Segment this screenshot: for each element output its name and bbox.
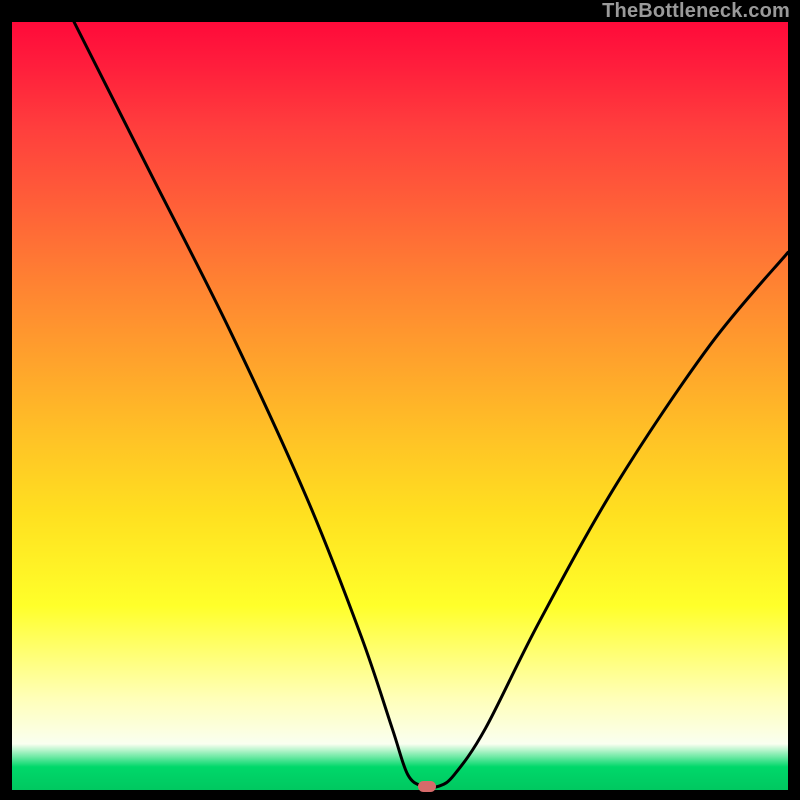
chart-frame: TheBottleneck.com xyxy=(0,0,800,800)
bottleneck-curve xyxy=(12,22,788,790)
watermark-text: TheBottleneck.com xyxy=(602,0,790,23)
plot-area xyxy=(12,22,788,790)
optimum-marker xyxy=(418,781,436,792)
